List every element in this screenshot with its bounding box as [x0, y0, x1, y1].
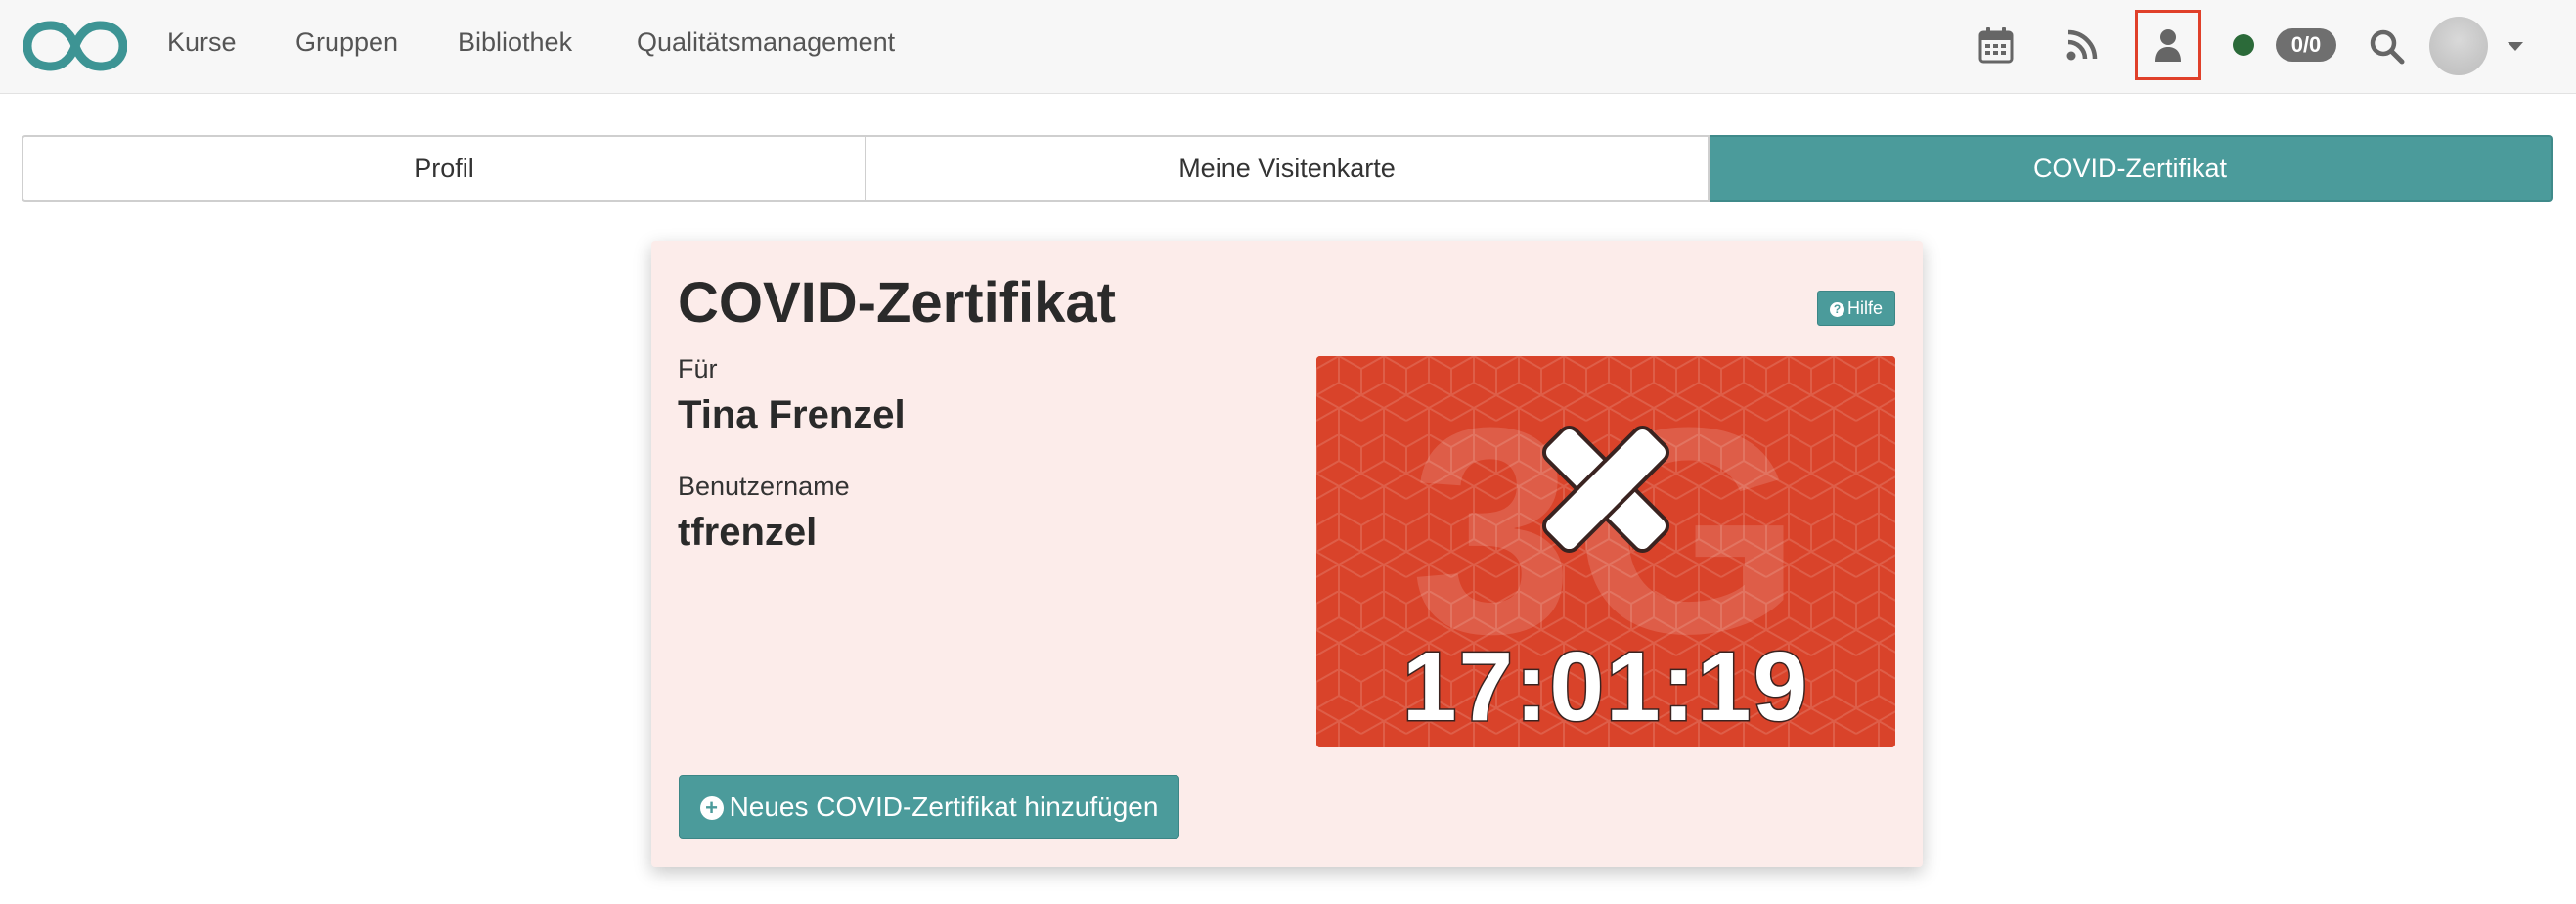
- for-label: Für: [678, 354, 718, 384]
- rss-icon[interactable]: [2065, 28, 2099, 62]
- username-value: tfrenzel: [678, 511, 818, 554]
- question-icon: ?: [1829, 302, 1844, 317]
- nav-link-gruppen[interactable]: Gruppen: [295, 27, 398, 58]
- status-dot: [2233, 34, 2254, 56]
- person-name: Tina Frenzel: [678, 393, 906, 436]
- top-navbar: Kurse Gruppen Bibliothek Qualitätsmanage…: [0, 0, 2576, 94]
- certificate-time: 17:01:19: [1402, 632, 1809, 742]
- user-icon[interactable]: [2154, 28, 2182, 64]
- tab-profil[interactable]: Profil: [22, 135, 866, 202]
- username-label: Benutzername: [678, 472, 850, 501]
- nav-link-kurse[interactable]: Kurse: [167, 27, 237, 58]
- plus-circle-icon: +: [699, 796, 724, 820]
- nav-link-qualitaetsmanagement[interactable]: Qualitätsmanagement: [637, 27, 895, 58]
- infinity-logo-icon[interactable]: [23, 18, 127, 74]
- add-button-label: Neues COVID-Zertifikat hinzufügen: [729, 791, 1159, 822]
- tab-meine-visitenkarte[interactable]: Meine Visitenkarte: [866, 135, 1710, 202]
- certificate-status-tile: 3G 17:01:19: [1316, 356, 1895, 747]
- tab-covid-zertifikat[interactable]: COVID-Zertifikat: [1710, 135, 2553, 202]
- notification-badge[interactable]: 0/0: [2276, 28, 2336, 62]
- chevron-down-icon[interactable]: [2508, 42, 2523, 51]
- search-icon[interactable]: [2369, 28, 2406, 66]
- nav-link-bibliothek[interactable]: Bibliothek: [458, 27, 572, 58]
- calendar-icon[interactable]: [1978, 26, 2014, 64]
- add-covid-certificate-button[interactable]: + Neues COVID-Zertifikat hinzufügen: [679, 775, 1179, 839]
- avatar[interactable]: [2429, 17, 2488, 75]
- help-label: Hilfe: [1846, 298, 1883, 318]
- profile-tabs: Profil Meine Visitenkarte COVID-Zertifik…: [22, 135, 2553, 202]
- help-button[interactable]: ? Hilfe: [1817, 291, 1895, 326]
- card-title: COVID-Zertifikat: [678, 271, 1116, 335]
- covid-certificate-card: COVID-Zertifikat ? Hilfe Für Tina Frenzel…: [651, 241, 1923, 867]
